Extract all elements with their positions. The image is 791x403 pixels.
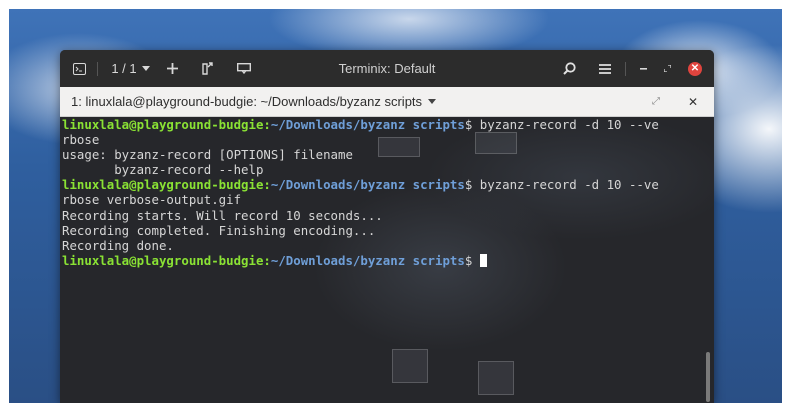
terminal-output-line: Recording done. bbox=[62, 237, 174, 253]
desktop-document-icon bbox=[392, 349, 428, 383]
terminal-output-line: usage: byzanz-record [OPTIONS] filename bbox=[62, 147, 353, 163]
chevron-down-icon[interactable] bbox=[139, 50, 153, 87]
window-titlebar: 1 / 1 Terminix: Default ✕ bbox=[60, 50, 714, 87]
titlebar-separator bbox=[97, 62, 98, 76]
titlebar-separator bbox=[625, 62, 626, 76]
terminal-output-line: rbose bbox=[62, 132, 100, 148]
terminal-output-line: rbose verbose-output.gif bbox=[62, 192, 242, 208]
maximize-terminal-icon[interactable]: ⤢ bbox=[652, 87, 660, 116]
prompt-command: $ byzanz-record -d 10 --ve bbox=[464, 117, 659, 132]
search-icon[interactable] bbox=[560, 50, 578, 87]
terminal-tab-title: 1: linuxlala@playground-budgie: ~/Downlo… bbox=[71, 94, 423, 109]
minimize-icon[interactable] bbox=[636, 50, 650, 87]
session-counter[interactable]: 1 / 1 bbox=[104, 50, 144, 87]
prompt-user-host: linuxlala@playground-budgie: bbox=[62, 117, 271, 132]
prompt-command: $ byzanz-record -d 10 --ve bbox=[464, 177, 659, 193]
menu-icon[interactable] bbox=[596, 50, 614, 87]
terminal-output-line: Recording completed. Finishing encoding.… bbox=[62, 222, 376, 238]
session-counter-label: 1 / 1 bbox=[111, 61, 137, 76]
terminal-output-line: Recording starts. Will record 10 seconds… bbox=[62, 207, 383, 223]
maximize-icon[interactable] bbox=[660, 50, 674, 87]
detach-icon[interactable] bbox=[199, 50, 215, 87]
terminal-tab[interactable]: 1: linuxlala@playground-budgie: ~/Downlo… bbox=[71, 87, 437, 116]
chevron-down-icon[interactable] bbox=[428, 99, 437, 104]
window-title: Terminix: Default bbox=[338, 61, 436, 76]
add-icon[interactable] bbox=[164, 50, 180, 87]
prompt-command: $ bbox=[464, 252, 480, 268]
terminal-output: linuxlala@playground-budgie:~/Downloads/… bbox=[62, 117, 706, 268]
terminal-tab-bar: 1: linuxlala@playground-budgie: ~/Downlo… bbox=[60, 87, 714, 117]
prompt-path: ~/Downloads/byzanz scripts bbox=[270, 177, 465, 193]
close-icon[interactable]: ✕ bbox=[686, 50, 704, 87]
prompt-path: ~/Downloads/byzanz scripts bbox=[270, 252, 465, 268]
terminal-cursor bbox=[479, 253, 487, 267]
terminal-output-line: byzanz-record --help bbox=[62, 162, 264, 178]
desktop-folder-icon bbox=[478, 361, 514, 395]
sync-input-icon[interactable] bbox=[235, 50, 253, 87]
terminix-window: 1 / 1 Terminix: Default ✕ 1: linuxlala@p… bbox=[60, 50, 714, 403]
terminal-prompt-line: linuxlala@playground-budgie:~/Downloads/… bbox=[62, 253, 706, 268]
terminal-icon[interactable] bbox=[69, 50, 89, 87]
terminal-prompt-line: linuxlala@playground-budgie:~/Downloads/… bbox=[62, 177, 706, 192]
close-terminal-icon[interactable]: ✕ bbox=[688, 87, 698, 116]
terminal-scrollbar[interactable] bbox=[706, 352, 710, 402]
prompt-path: ~/Downloads/byzanz scripts bbox=[270, 117, 465, 132]
terminal-prompt-line: linuxlala@playground-budgie:~/Downloads/… bbox=[62, 117, 706, 132]
terminal-area[interactable]: linuxlala@playground-budgie:~/Downloads/… bbox=[60, 117, 714, 403]
prompt-user-host: linuxlala@playground-budgie: bbox=[62, 252, 271, 268]
prompt-user-host: linuxlala@playground-budgie: bbox=[62, 177, 271, 193]
